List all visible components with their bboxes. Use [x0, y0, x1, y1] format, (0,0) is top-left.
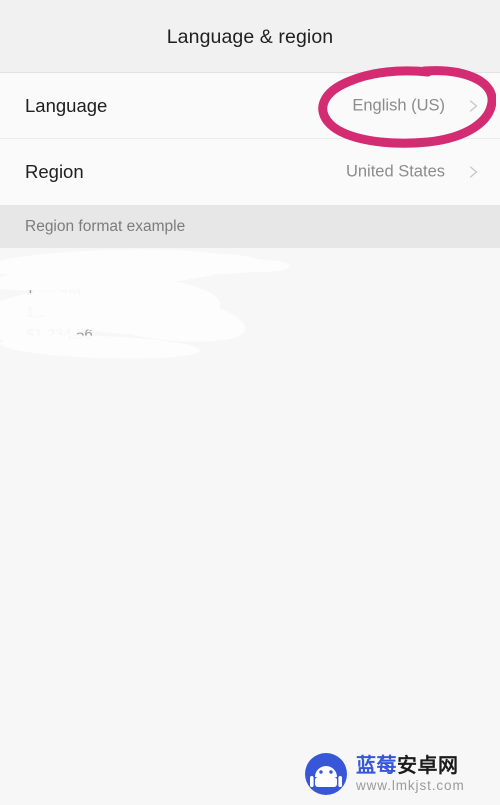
- page-title: Language & region: [166, 26, 334, 48]
- watermark-brand: 蓝莓安卓网: [356, 755, 465, 775]
- white-brush-stroke: [84, 289, 248, 349]
- watermark-brand-blue: 蓝莓: [356, 753, 397, 778]
- example-line: 1,234.56: [26, 304, 85, 321]
- chevron-right-icon: [467, 166, 480, 179]
- settings-row-value: United States: [345, 162, 445, 181]
- settings-row-value: English (US): [352, 96, 445, 115]
- settings-screen: Language & region Language English (US) …: [0, 0, 500, 805]
- region-format-example-area: Saturday, January 1, 2018 1:00 AM 1,234.…: [0, 248, 500, 368]
- settings-row-language[interactable]: Language English (US): [0, 73, 500, 139]
- watermark-brand-dark: 安卓网: [397, 753, 459, 778]
- app-header: Language & region: [0, 0, 500, 73]
- settings-list: Language English (US) Region United Stat…: [0, 73, 500, 205]
- site-watermark: 蓝莓安卓网 www.lmkjst.com: [304, 748, 494, 800]
- section-header-label: Region format example: [25, 217, 186, 235]
- settings-row-region[interactable]: Region United States: [0, 139, 500, 205]
- example-line: Saturday, January 1, 2018: [26, 256, 219, 274]
- android-mascot-icon: [304, 752, 348, 796]
- watermark-text: 蓝莓安卓网 www.lmkjst.com: [356, 755, 465, 793]
- example-line: 1:00 AM: [26, 282, 82, 299]
- settings-row-label: Region: [25, 161, 84, 182]
- watermark-url: www.lmkjst.com: [356, 778, 465, 794]
- example-line: $1,234.56: [26, 326, 93, 343]
- chevron-right-icon: [467, 100, 480, 113]
- section-header-region-format: Region format example: [0, 205, 500, 248]
- settings-row-label: Language: [25, 95, 108, 116]
- white-brush-stroke: [230, 260, 290, 272]
